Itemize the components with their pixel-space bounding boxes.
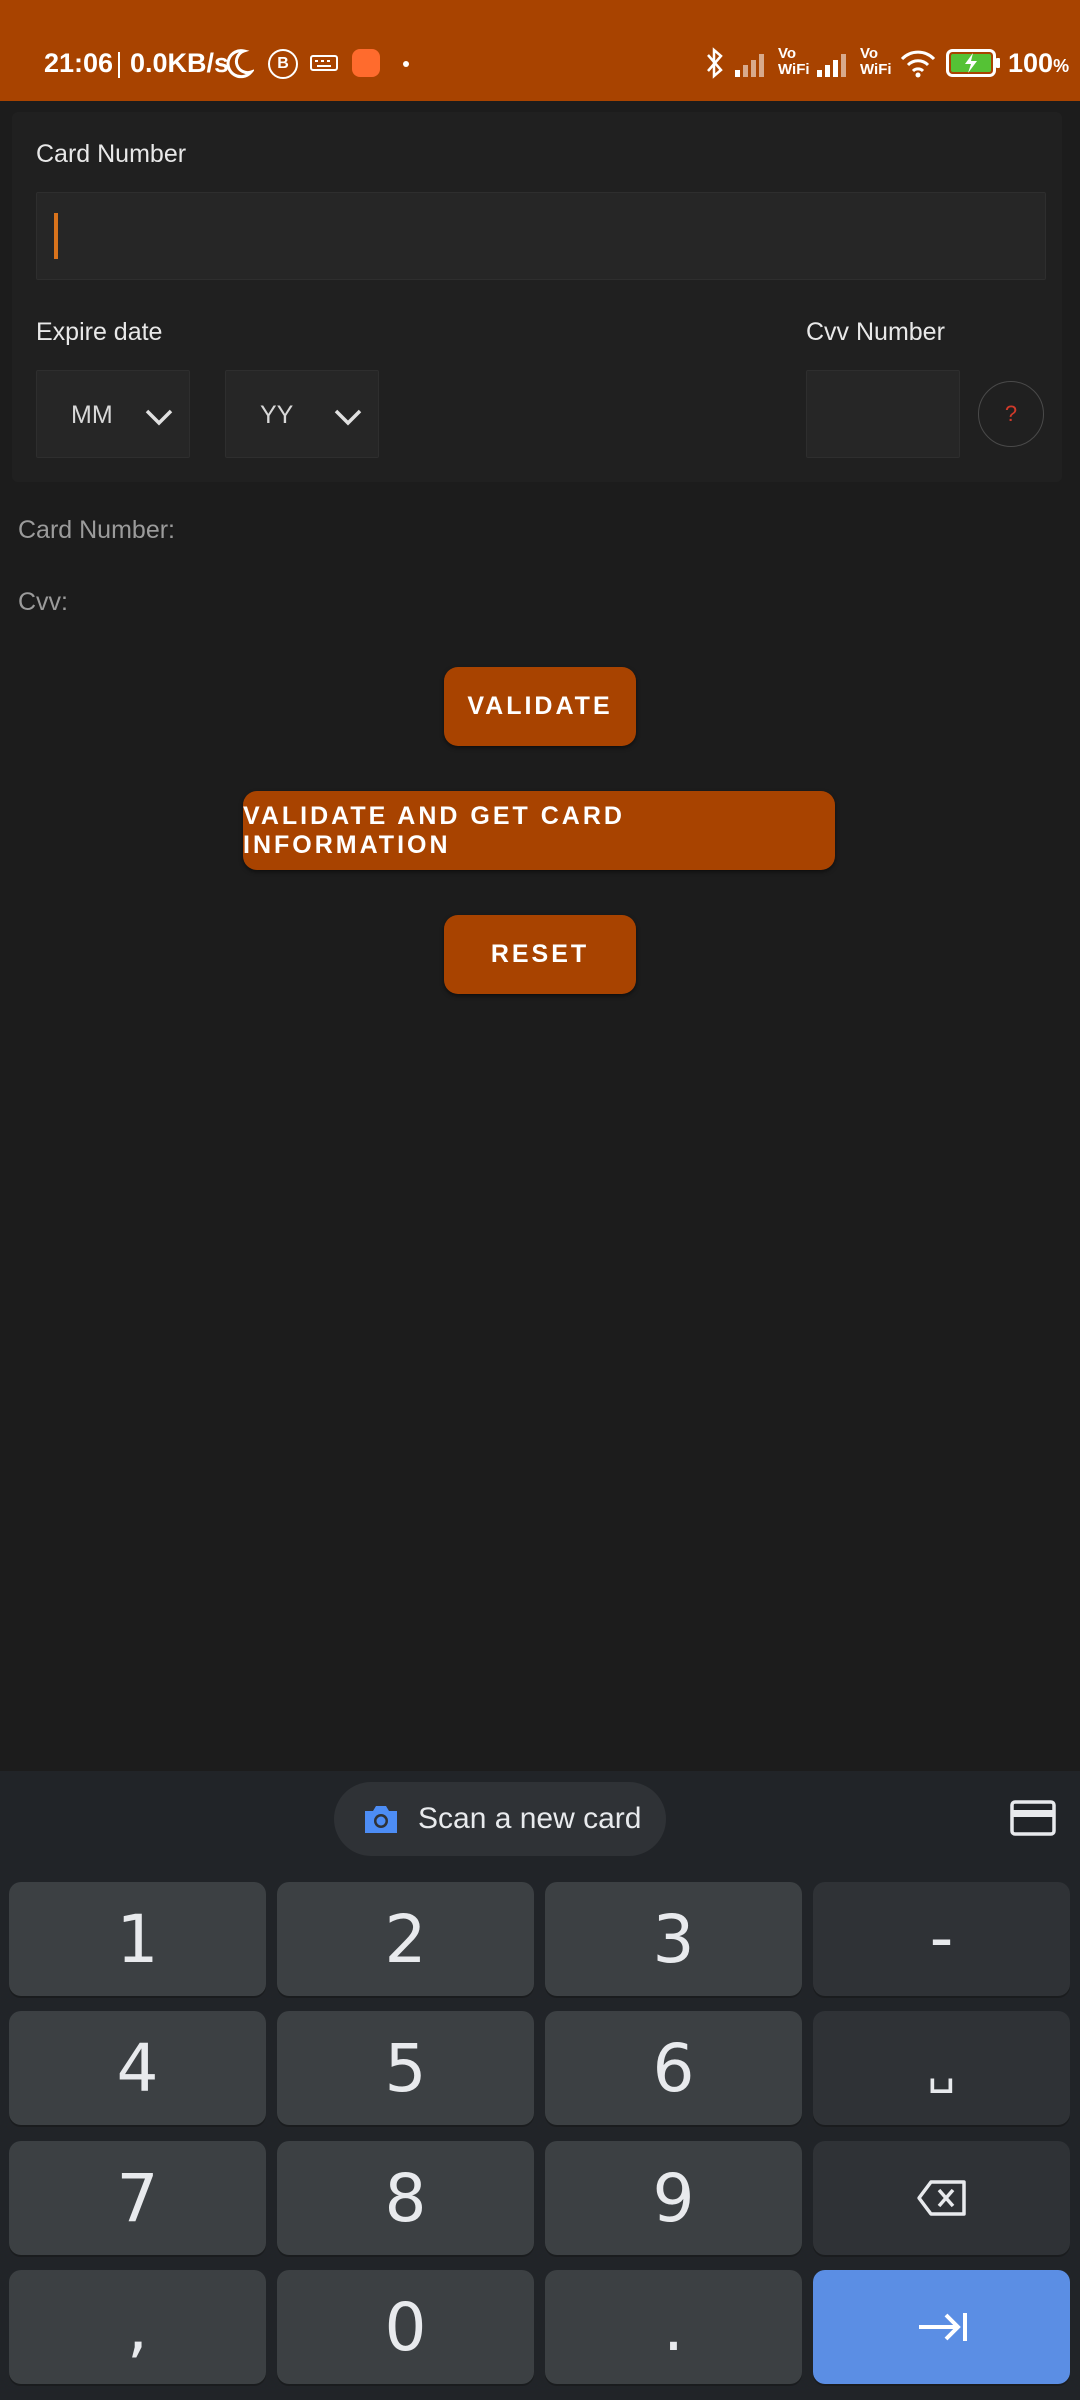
key-dash[interactable]: – <box>813 1882 1070 1996</box>
status-time: 21:06 <box>44 48 114 78</box>
expire-date-label: Expire date <box>36 318 163 346</box>
tab-next-icon <box>918 2313 967 2341</box>
key-2[interactable]: 2 <box>277 1882 534 1996</box>
scan-card-label: Scan a new card <box>418 1802 642 1835</box>
cvv-label: Cvv Number <box>806 318 945 346</box>
validate-and-get-info-button[interactable]: VALIDATE AND GET CARD INFORMATION <box>243 791 835 870</box>
signal-icon-2 <box>816 50 852 83</box>
vowifi-icon-1: Vo WiFi <box>778 45 810 78</box>
key-4[interactable]: 4 <box>9 2011 266 2125</box>
text-cursor <box>54 213 58 259</box>
wifi-icon <box>900 48 936 83</box>
backspace-key[interactable] <box>813 2141 1070 2255</box>
key-1[interactable]: 1 <box>9 1882 266 1996</box>
key-comma[interactable]: , <box>9 2270 266 2384</box>
key-0[interactable]: 0 <box>277 2270 534 2384</box>
status-bar: 21:06 0.0KB/s B Vo WiFi Vo WiFi 100% <box>0 0 1080 101</box>
cvv-input[interactable] <box>806 370 960 458</box>
backspace-icon <box>916 2180 966 2216</box>
year-select-value: YY <box>260 401 294 429</box>
key-7[interactable]: 7 <box>9 2141 266 2255</box>
bluetooth-icon <box>704 46 726 85</box>
vowifi-icon-2: Vo WiFi <box>860 45 892 78</box>
card-number-label: Card Number <box>36 140 187 168</box>
moon-icon <box>224 48 256 85</box>
key-9[interactable]: 9 <box>545 2141 802 2255</box>
chevron-down-icon <box>145 405 173 434</box>
key-space[interactable]: ␣ <box>813 2011 1070 2125</box>
key-6[interactable]: 6 <box>545 2011 802 2125</box>
key-8[interactable]: 8 <box>277 2141 534 2255</box>
scan-card-chip[interactable]: Scan a new card <box>334 1782 666 1856</box>
expire-month-select[interactable]: MM <box>36 370 190 458</box>
status-network-speed: 0.0KB/s <box>130 48 230 78</box>
chevron-down-icon <box>334 405 362 434</box>
status-divider <box>118 52 120 78</box>
battery-percent: 100% <box>1008 48 1070 78</box>
battery-charging-icon <box>946 49 1002 82</box>
b-badge-icon: B <box>268 49 298 79</box>
expire-year-select[interactable]: YY <box>225 370 379 458</box>
more-notifications-dot <box>403 61 409 67</box>
month-select-value: MM <box>71 401 113 429</box>
card-number-result-label: Card Number: <box>18 516 175 544</box>
reset-button[interactable]: RESET <box>444 915 636 994</box>
camera-icon <box>362 1802 400 1841</box>
keyboard-icon <box>310 55 338 76</box>
key-3[interactable]: 3 <box>545 1882 802 1996</box>
next-field-key[interactable] <box>813 2270 1070 2384</box>
cvv-help-button[interactable]: ? <box>978 381 1044 447</box>
key-period[interactable]: . <box>545 2270 802 2384</box>
signal-icon-1 <box>734 50 770 83</box>
cvv-result-label: Cvv: <box>18 588 68 616</box>
credit-card-icon[interactable] <box>1010 1800 1056 1841</box>
app-notification-icon <box>352 49 380 77</box>
validate-button[interactable]: VALIDATE <box>444 667 636 746</box>
key-5[interactable]: 5 <box>277 2011 534 2125</box>
card-number-input[interactable] <box>36 192 1046 280</box>
